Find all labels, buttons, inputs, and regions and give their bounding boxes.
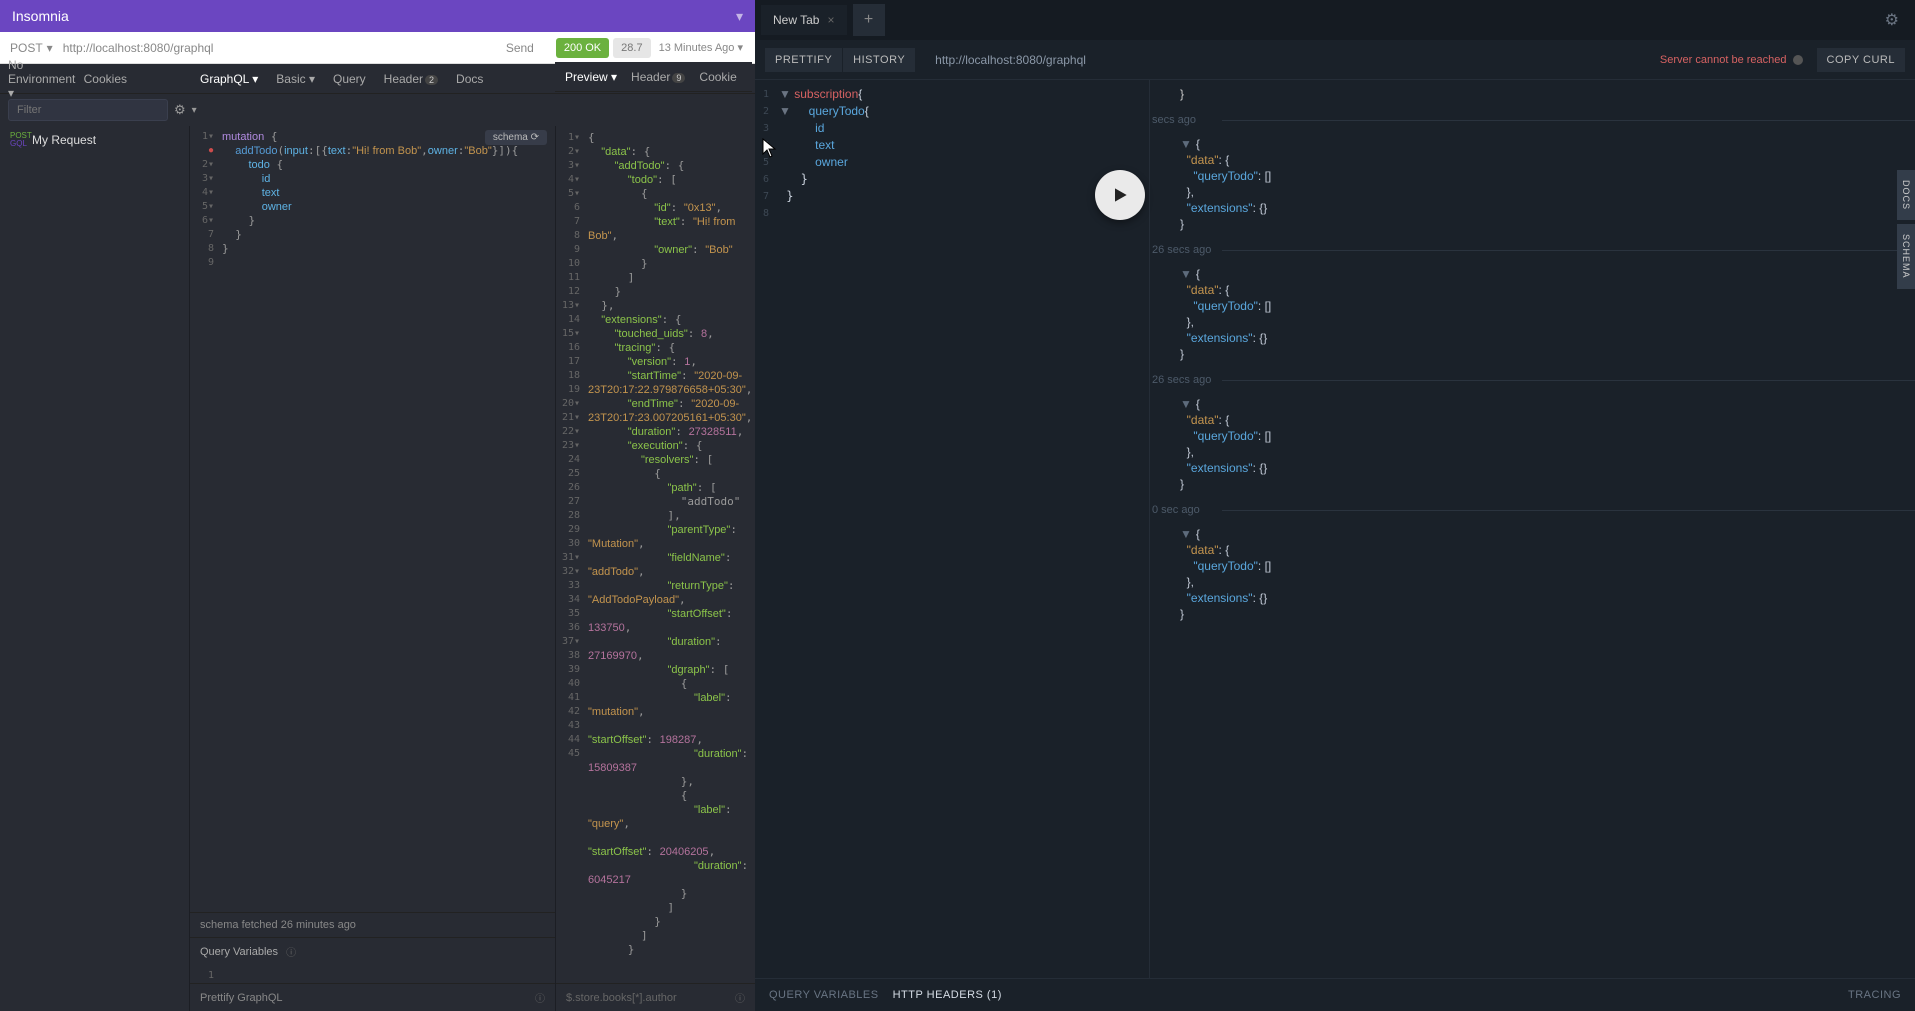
sidebar: POSTGQL My Request	[0, 126, 190, 1011]
status-dot-icon	[1793, 55, 1803, 65]
method-select[interactable]: POST▾	[0, 41, 63, 55]
settings-icon[interactable]: ⚙	[1885, 10, 1899, 30]
response-tabs: Preview ▾ Header9 Cookie	[555, 62, 752, 92]
resp-gutter: 1▾2▾3▾4▾5▾678910111213▾1415▾1617181920▾2…	[556, 127, 586, 983]
close-icon[interactable]: ×	[827, 13, 834, 27]
tracing-tab[interactable]: TRACING	[1848, 989, 1901, 1001]
server-error: Server cannot be reached	[1660, 54, 1803, 66]
request-item[interactable]: POSTGQL My Request	[0, 126, 189, 154]
chevron-down-icon: ▾	[47, 41, 53, 55]
prettify-button[interactable]: PRETTIFY	[765, 48, 842, 72]
tab-header[interactable]: Header2	[384, 72, 438, 86]
tab-preview[interactable]: Preview ▾	[565, 70, 617, 84]
request-badge: POSTGQL	[10, 132, 32, 148]
results-pane[interactable]: }secs ago▼{ "data": { "queryTodo": [] },…	[1150, 80, 1915, 978]
env-bar: No Environment ▾ Cookies	[0, 64, 190, 94]
history-button[interactable]: HISTORY	[843, 48, 915, 72]
env-select[interactable]: No Environment ▾	[8, 58, 84, 100]
help-icon[interactable]: ⓘ	[286, 944, 296, 959]
add-tab-button[interactable]: +	[853, 4, 885, 36]
tab-cookie[interactable]: Cookie	[699, 70, 736, 84]
title-bar[interactable]: Insomnia ▾	[0, 0, 755, 32]
size-badge[interactable]: 28.7	[613, 38, 650, 58]
playground-url[interactable]: http://localhost:8080/graphql	[935, 53, 1086, 67]
copy-curl-button[interactable]: COPY CURL	[1817, 48, 1905, 72]
response-code[interactable]: { "data": { "addTodo": { "todo": [ { "id…	[586, 127, 755, 983]
query-variables-header[interactable]: Query Variablesⓘ	[190, 937, 555, 965]
playground-bottom: QUERY VARIABLES HTTP HEADERS (1) TRACING	[755, 978, 1915, 1011]
gutter: 1▾● 2▾3▾4▾5▾6▾789	[190, 126, 220, 912]
playground-tab[interactable]: New Tab ×	[761, 5, 847, 35]
query-editor[interactable]: schema ⟳ 1▾● 2▾3▾4▾5▾6▾789 mutation { ad…	[190, 126, 555, 1011]
time-dropdown[interactable]: 13 Minutes Ago ▾	[659, 41, 743, 54]
query-code[interactable]: mutation { addTodo(input:[{text:"Hi! fro…	[220, 126, 555, 912]
status-badge[interactable]: 200 OK	[556, 38, 609, 58]
playground-toolbar: PRETTIFY HISTORY http://localhost:8080/g…	[755, 40, 1915, 80]
prettify-button[interactable]: Prettify GraphQLⓘ	[190, 983, 555, 1011]
play-icon	[1110, 185, 1130, 205]
subscription-editor[interactable]: 12345678 ▼ subscription{ ▼ queryTodo{ id…	[755, 80, 1150, 978]
play-button[interactable]	[1095, 170, 1145, 220]
tab-auth[interactable]: Basic ▾	[276, 72, 315, 86]
qvars-tab[interactable]: QUERY VARIABLES	[769, 989, 879, 1001]
app-title: Insomnia	[12, 8, 69, 24]
request-bar: POST▾ Send 200 OK 28.7 13 Minutes Ago ▾	[0, 32, 755, 64]
gear-icon[interactable]: ⚙	[174, 102, 186, 118]
headers-tab[interactable]: HTTP HEADERS (1)	[893, 989, 1002, 1001]
tab-docs[interactable]: Docs	[456, 72, 483, 86]
url-input[interactable]	[63, 41, 492, 55]
schema-tab[interactable]: SCHEMA	[1897, 224, 1915, 289]
cookies-button[interactable]: Cookies	[84, 72, 127, 86]
tab-body[interactable]: GraphQL ▾	[200, 72, 258, 86]
schema-status: schema fetched 26 minutes ago	[190, 912, 555, 937]
playground-tabbar: New Tab × + ⚙	[755, 0, 1915, 40]
filter-row: ⚙▾	[0, 94, 190, 126]
tab-query[interactable]: Query	[333, 72, 366, 86]
filter-input[interactable]	[8, 99, 168, 121]
graphql-playground: New Tab × + ⚙ PRETTIFY HISTORY http://lo…	[755, 0, 1915, 1011]
response-pane: 1▾2▾3▾4▾5▾678910111213▾1415▾1617181920▾2…	[555, 126, 755, 1011]
send-button[interactable]: Send	[492, 41, 548, 55]
schema-button[interactable]: schema ⟳	[485, 130, 547, 145]
request-name: My Request	[32, 133, 96, 147]
json-path-input[interactable]: $.store.books[*].authorⓘ	[556, 983, 755, 1011]
chevron-down-icon[interactable]: ▾	[736, 8, 743, 25]
docs-tab[interactable]: DOCS	[1897, 170, 1915, 220]
tab-resp-header[interactable]: Header9	[631, 70, 685, 84]
